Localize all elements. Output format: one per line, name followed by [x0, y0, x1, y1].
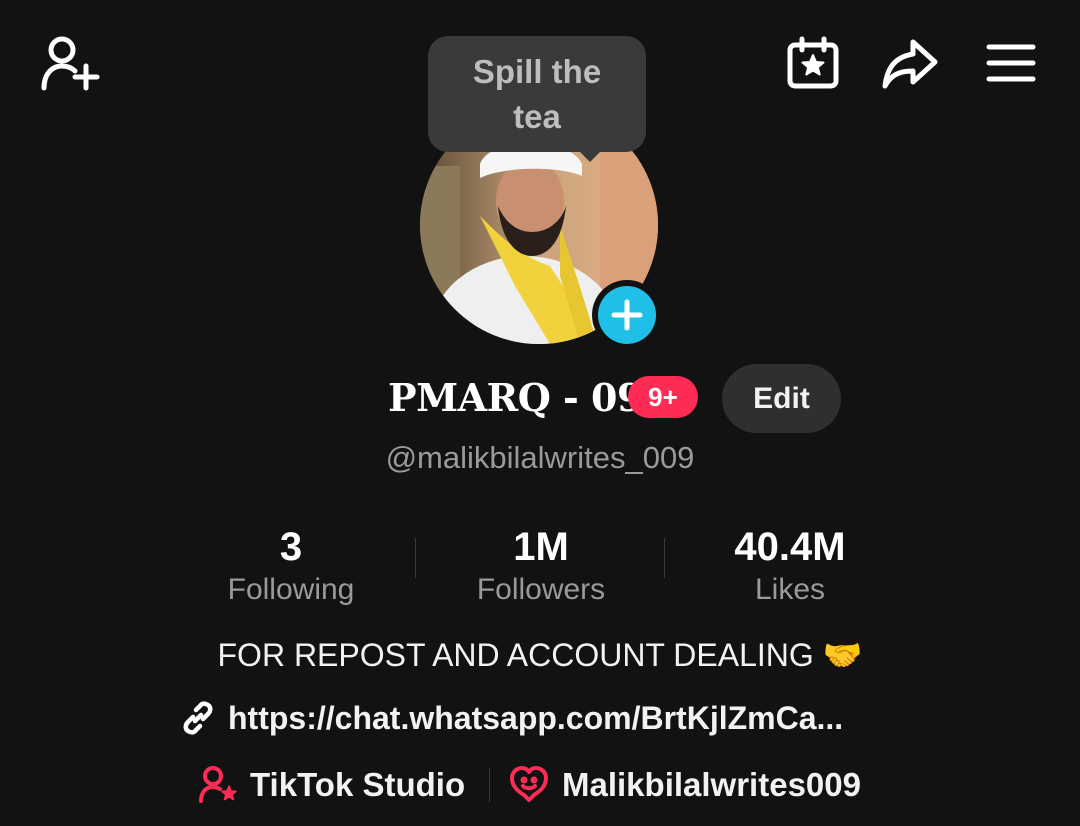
stat-value: 40.4M — [734, 525, 846, 569]
bio-link[interactable]: https://chat.whatsapp.com/BrtKjlZmCa... — [180, 696, 843, 740]
add-avatar-story-button[interactable] — [592, 280, 662, 350]
share-icon — [882, 39, 938, 89]
bottom-divider — [489, 768, 490, 802]
heart-chat-icon — [510, 766, 548, 802]
stat-label: Followers — [476, 573, 606, 606]
display-name: PMARQ - 09 — [388, 375, 643, 420]
creator-icon — [199, 766, 237, 803]
bio: FOR REPOST AND ACCOUNT DEALING 🤝 — [0, 634, 1080, 676]
bio-text: FOR REPOST AND ACCOUNT DEALING — [217, 637, 814, 673]
stat-value: 3 — [279, 525, 303, 569]
tiktok-studio-link[interactable]: TikTok Studio — [198, 762, 465, 808]
edit-profile-button[interactable]: Edit — [722, 364, 841, 433]
link-text: https://chat.whatsapp.com/BrtKjlZmCa... — [228, 699, 844, 736]
stat-label: Likes — [754, 573, 826, 606]
linked-account-label: Malikbilalwrites009 — [562, 766, 861, 803]
notification-badge[interactable]: 9+ — [628, 376, 698, 418]
tooltip-bubble: Spill the tea — [428, 36, 646, 152]
tooltip-tail — [578, 150, 602, 162]
link-icon — [183, 701, 213, 735]
tooltip-text: Spill the tea — [472, 53, 602, 135]
menu-icon — [986, 44, 1036, 82]
handshake-emoji: 🤝 — [822, 637, 863, 673]
add-friend-button[interactable] — [36, 30, 102, 96]
stat-label: Following — [227, 573, 355, 606]
username: @malikbilalwrites_009 — [385, 440, 695, 475]
menu-button[interactable] — [984, 40, 1038, 86]
plus-icon — [611, 299, 643, 331]
share-button[interactable] — [880, 36, 940, 92]
calendar-star-icon — [787, 36, 839, 89]
stat-value: 1M — [513, 525, 569, 569]
stat-followers[interactable]: 1M Followers — [416, 524, 666, 610]
stat-following[interactable]: 3 Following — [166, 524, 416, 610]
add-friend-icon — [41, 36, 100, 91]
tiktok-studio-label: TikTok Studio — [250, 766, 466, 803]
stat-likes[interactable]: 40.4M Likes — [665, 524, 915, 610]
linked-account-link[interactable]: Malikbilalwrites009 — [508, 762, 861, 808]
calendar-button[interactable] — [784, 34, 842, 92]
